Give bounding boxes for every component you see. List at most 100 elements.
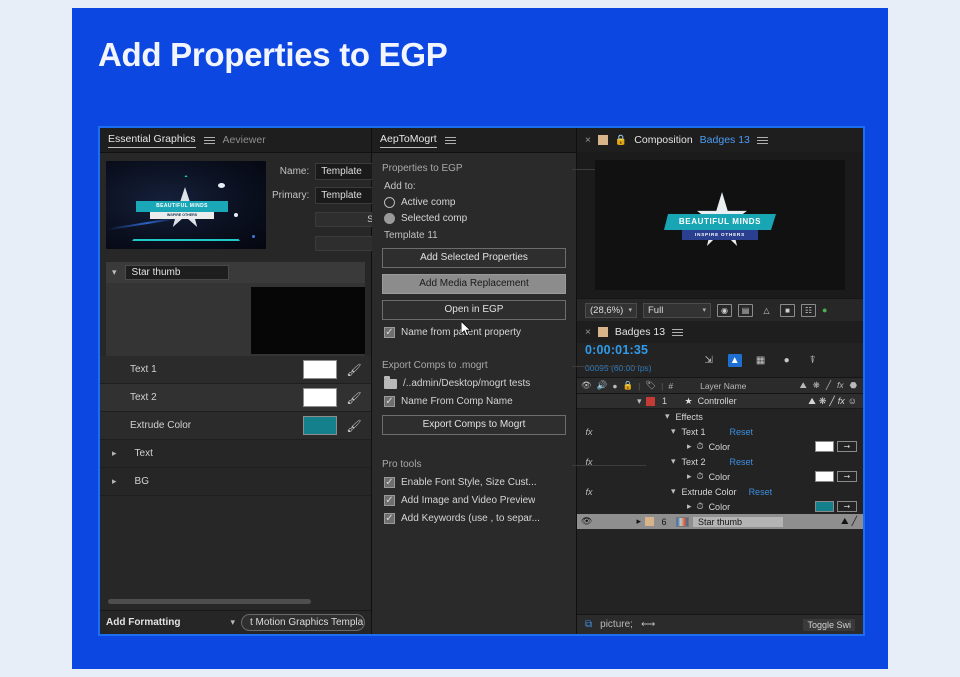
tab-aeviewer[interactable]: Aeviewer bbox=[223, 134, 266, 146]
region-of-interest-icon[interactable]: △ bbox=[759, 304, 774, 317]
toggle-switches-modes-icon[interactable]: ⧉ bbox=[585, 619, 592, 630]
search-layers-icon[interactable]: ⇲ bbox=[702, 354, 716, 367]
chevron-down-icon[interactable]: ▾ bbox=[637, 396, 642, 406]
eye-icon[interactable]: 👁 bbox=[581, 380, 592, 391]
title-safe-icon[interactable]: ■ bbox=[780, 303, 795, 317]
reset-link[interactable]: Reset bbox=[749, 487, 773, 497]
reset-link[interactable]: Reset bbox=[730, 427, 754, 437]
eyedropper-icon[interactable]: 🖌 bbox=[337, 391, 371, 405]
audio-icon[interactable]: 🔊 bbox=[597, 380, 608, 391]
chevron-right-icon[interactable]: ▸ bbox=[687, 472, 692, 481]
timeline-row-effect-extrude[interactable]: fx ▾ Extrude Color Reset bbox=[577, 484, 863, 499]
add-formatting-label[interactable]: Add Formatting bbox=[106, 617, 180, 628]
radio-selected-comp[interactable]: Selected comp bbox=[384, 213, 566, 224]
adjustment-icon[interactable]: ╱ bbox=[829, 396, 834, 407]
graph-editor-icon[interactable]: ⍒ bbox=[806, 354, 820, 367]
timeline-row-effect-text1[interactable]: fx ▾ Text 1 Reset bbox=[577, 424, 863, 439]
layer-name[interactable]: Controller bbox=[698, 396, 737, 406]
timeline-row-prop-color-2[interactable]: ▸ ⏱ Color ➞ bbox=[577, 469, 863, 484]
composition-viewer[interactable]: BEAUTIFUL MINDS INSPIRE OTHERS bbox=[577, 152, 863, 298]
composition-mini-flowchart-icon[interactable]: ▲ bbox=[727, 353, 742, 367]
media-name-input[interactable]: Star thumb bbox=[124, 265, 229, 280]
keyframe-nav-icon[interactable]: ➞ bbox=[837, 471, 857, 482]
layer-label-color[interactable] bbox=[645, 396, 655, 406]
checkbox-name-from-parent[interactable]: ✓ Name from parent property bbox=[384, 327, 566, 338]
color-swatch[interactable] bbox=[815, 501, 834, 512]
frame-blending-icon[interactable]: picture; bbox=[600, 619, 633, 630]
motion-blur-icon[interactable]: ● bbox=[780, 354, 794, 367]
timeline-row-effects-group[interactable]: ▾ Effects bbox=[577, 409, 863, 424]
layer-name[interactable]: Star thumb bbox=[692, 516, 783, 527]
property-row-extrude-color[interactable]: Extrude Color 🖌 bbox=[100, 412, 371, 440]
add-media-replacement-button[interactable]: Add Media Replacement bbox=[382, 274, 566, 294]
export-comps-to-mogrt-button[interactable]: Export Comps to Mogrt bbox=[382, 415, 566, 435]
timeline-row-effect-text2[interactable]: fx ▾ Text 2 Reset bbox=[577, 454, 863, 469]
layer-label-color[interactable] bbox=[644, 517, 654, 526]
open-in-egp-button[interactable]: Open in EGP bbox=[382, 300, 566, 320]
timeline-row-prop-color-1[interactable]: ▸ ⏱ Color ➞ bbox=[577, 439, 863, 454]
composition-name[interactable]: Badges 13 bbox=[700, 134, 750, 146]
group-row-text[interactable]: ▸ Text bbox=[100, 440, 371, 468]
timeline-row-prop-color-3[interactable]: ▸ ⏱ Color ➞ bbox=[577, 499, 863, 514]
color-swatch[interactable] bbox=[303, 388, 337, 407]
shy-icon[interactable]: ☺ bbox=[848, 396, 857, 406]
primary-select[interactable]: Template bbox=[315, 187, 378, 204]
timeline-row-controller[interactable]: ▾ 1 ★ Controller ⛰ ❋ ╱ fx ☺ bbox=[577, 394, 863, 409]
media-replacement-row[interactable]: ▾ Star thumb bbox=[106, 262, 365, 283]
lock-icon[interactable]: 🔒 bbox=[615, 135, 627, 146]
chevron-down-icon[interactable]: ▾ bbox=[671, 427, 676, 436]
stopwatch-icon[interactable]: ⏱ bbox=[697, 501, 704, 512]
chevron-right-icon[interactable]: ▸ bbox=[687, 502, 692, 511]
property-row-text1[interactable]: Text 1 🖌 bbox=[100, 356, 371, 384]
grid-icon[interactable]: ☷ bbox=[801, 303, 816, 317]
color-swatch[interactable] bbox=[815, 441, 834, 452]
chevron-down-icon[interactable]: ▾ bbox=[665, 412, 670, 421]
parent-icon[interactable]: ⛰ bbox=[808, 396, 816, 407]
checkbox-name-from-comp[interactable]: ✓ Name From Comp Name bbox=[384, 396, 566, 407]
chevron-down-icon[interactable]: ▾ bbox=[112, 268, 117, 277]
extra-field-2[interactable] bbox=[315, 236, 378, 251]
stopwatch-icon[interactable]: ⏱ bbox=[697, 471, 704, 482]
reset-link[interactable]: Reset bbox=[730, 457, 754, 467]
tab-aeptomogrt[interactable]: AepToMogrt bbox=[380, 133, 437, 148]
close-icon[interactable]: × bbox=[585, 327, 591, 338]
eye-icon[interactable]: 👁 bbox=[581, 516, 592, 527]
horizontal-scrollbar[interactable] bbox=[108, 599, 311, 604]
property-row-text2[interactable]: Text 2 🖌 bbox=[100, 384, 371, 412]
chevron-down-icon[interactable]: ▾ bbox=[230, 617, 235, 628]
adjustment-icon[interactable]: ╱ bbox=[852, 516, 857, 527]
eyedropper-icon[interactable]: 🖌 bbox=[337, 363, 371, 377]
panel-menu-icon[interactable] bbox=[203, 135, 215, 146]
color-swatch[interactable] bbox=[303, 416, 337, 435]
panel-menu-icon[interactable] bbox=[672, 327, 684, 338]
chevron-right-icon[interactable]: ▸ bbox=[636, 517, 641, 526]
checkbox-add-keywords[interactable]: ✓ Add Keywords (use , to separ... bbox=[384, 513, 566, 524]
timecode-display[interactable]: 0:00:01:35 00095 (60.00 fps) bbox=[585, 344, 652, 375]
chevron-right-icon[interactable]: ▸ bbox=[112, 448, 117, 459]
panel-menu-icon[interactable] bbox=[444, 135, 456, 146]
stopwatch-icon[interactable]: ⏱ bbox=[697, 441, 704, 452]
mask-icon[interactable]: ▤ bbox=[738, 303, 753, 317]
export-path-row[interactable]: /..admin/Desktop/mogrt tests bbox=[384, 375, 566, 389]
panel-menu-icon[interactable] bbox=[756, 135, 768, 146]
timeline-comp-name[interactable]: Badges 13 bbox=[615, 326, 665, 338]
checkbox-enable-font-style[interactable]: ✓ Enable Font Style, Size Cust... bbox=[384, 477, 566, 488]
checkbox-add-image-video-preview[interactable]: ✓ Add Image and Video Preview bbox=[384, 495, 566, 506]
keyframe-nav-icon[interactable]: ➞ bbox=[837, 501, 857, 512]
channel-indicator-icon[interactable]: ● bbox=[822, 305, 827, 315]
color-swatch[interactable] bbox=[815, 471, 834, 482]
effects-icon[interactable]: ❋ bbox=[819, 396, 827, 407]
resolution-select[interactable]: Full ▾ bbox=[643, 302, 711, 318]
fx-icon[interactable]: fx bbox=[838, 396, 845, 406]
expand-collapse-icon[interactable]: ⟷ bbox=[641, 619, 655, 630]
transparency-grid-icon[interactable]: ◉ bbox=[717, 303, 732, 317]
extra-field-1[interactable]: S bbox=[315, 212, 378, 227]
keyframe-nav-icon[interactable]: ➞ bbox=[837, 441, 857, 452]
close-icon[interactable]: × bbox=[585, 135, 591, 146]
solo-icon[interactable]: ● bbox=[612, 381, 617, 391]
timeline-row-star-thumb[interactable]: 👁 ▸ 6 Star thumb ⛰ ╱ bbox=[577, 514, 863, 529]
tab-essential-graphics[interactable]: Essential Graphics bbox=[108, 133, 196, 148]
color-swatch[interactable] bbox=[303, 360, 337, 379]
toggle-switches-label[interactable]: Toggle Swi bbox=[803, 618, 855, 631]
draft-3d-icon[interactable]: ▦ bbox=[754, 354, 768, 367]
